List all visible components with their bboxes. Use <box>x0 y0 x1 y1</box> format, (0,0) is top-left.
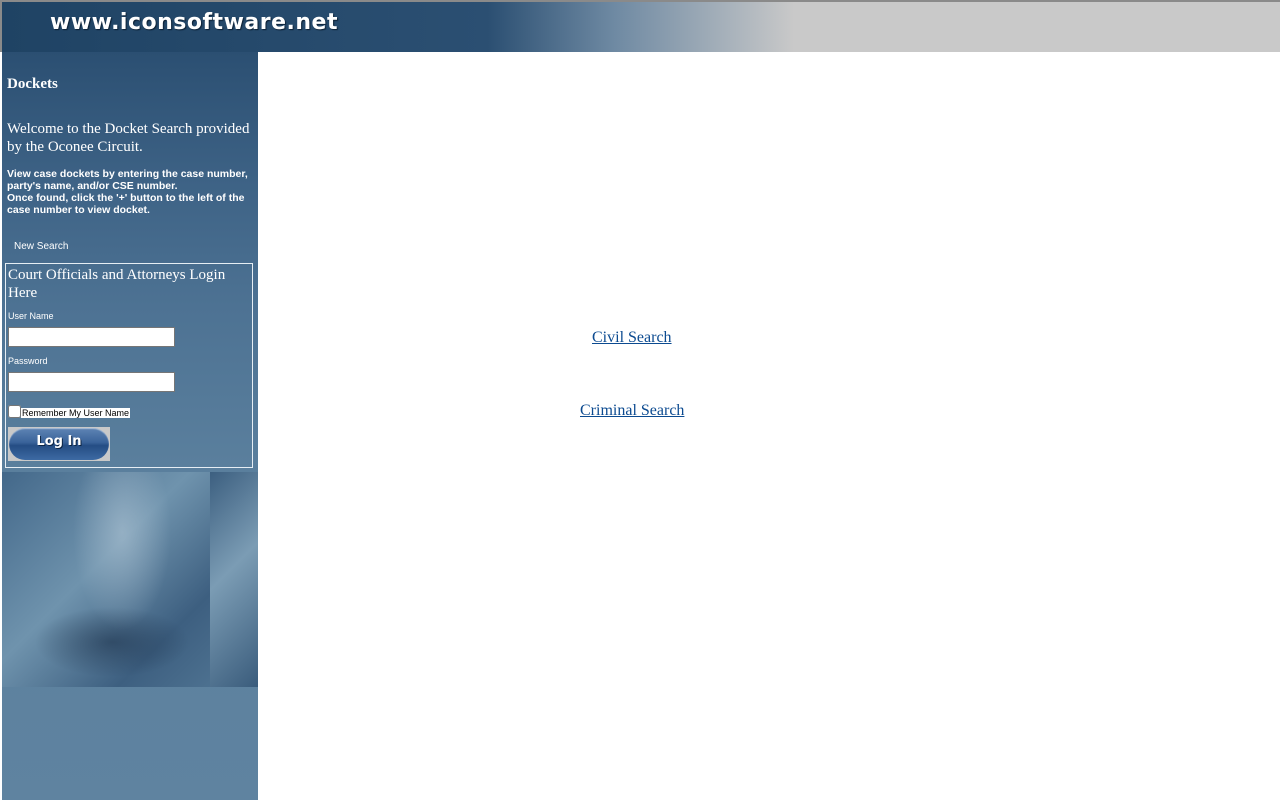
login-panel: Court Officials and Attorneys Login Here… <box>5 263 253 468</box>
password-label: Password <box>8 356 48 366</box>
sidebar-section-title: Dockets <box>7 76 58 92</box>
remember-checkbox[interactable] <box>8 404 21 418</box>
site-title: www.iconsoftware.net <box>50 10 338 35</box>
criminal-search-link[interactable]: Criminal Search <box>580 402 684 420</box>
remember-label[interactable]: Remember My User Name <box>21 408 131 418</box>
instructions-line: Once found, click the '+' button to the … <box>7 192 245 216</box>
login-title: Court Officials and Attorneys Login Here <box>8 267 226 301</box>
remember-row: Remember My User Name <box>8 404 131 418</box>
new-search-link[interactable]: New Search <box>14 241 68 252</box>
username-label: User Name <box>8 311 54 321</box>
login-button[interactable]: Log In <box>8 427 110 461</box>
password-input[interactable] <box>8 372 175 392</box>
welcome-text: Welcome to the Docket Search provided by… <box>7 121 250 155</box>
civil-search-link[interactable]: Civil Search <box>592 329 672 347</box>
instructions-line: View case dockets by entering the case n… <box>7 168 248 192</box>
sidebar: Dockets Welcome to the Docket Search pro… <box>2 52 258 800</box>
page: www.iconsoftware.net Dockets Welcome to … <box>0 0 1280 800</box>
header-banner: www.iconsoftware.net <box>0 0 1280 52</box>
gavel-image <box>2 472 258 687</box>
login-button-label: Log In <box>36 434 82 449</box>
instructions-text: View case dockets by entering the case n… <box>7 168 252 216</box>
username-input[interactable] <box>8 327 175 347</box>
